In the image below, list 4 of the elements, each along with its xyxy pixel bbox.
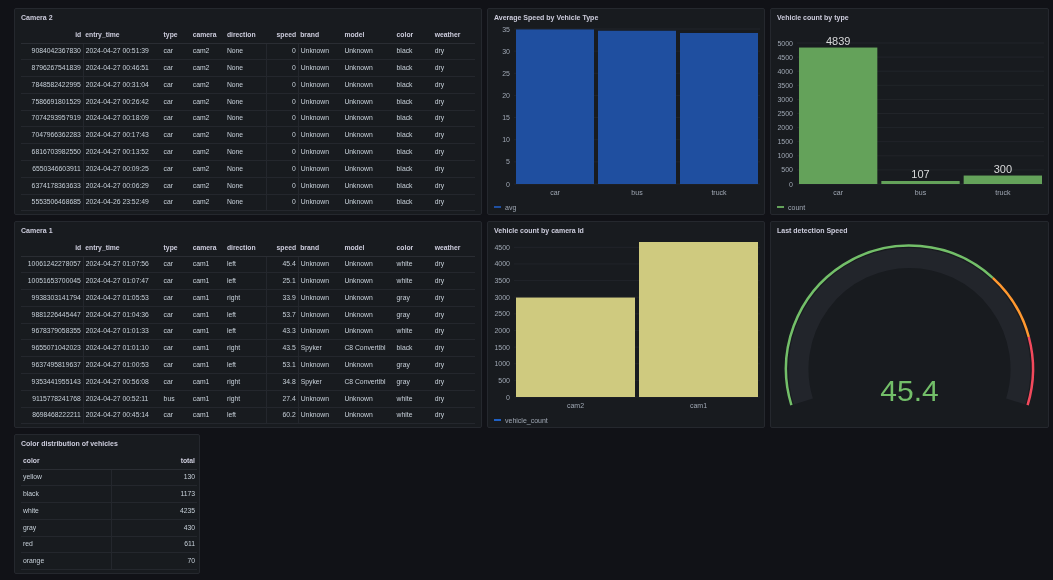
data-label: 107 bbox=[911, 168, 930, 180]
data-label: 300 bbox=[993, 162, 1012, 175]
data-label: 4839 bbox=[825, 34, 851, 47]
gauge-value: 45.4 bbox=[880, 374, 939, 407]
